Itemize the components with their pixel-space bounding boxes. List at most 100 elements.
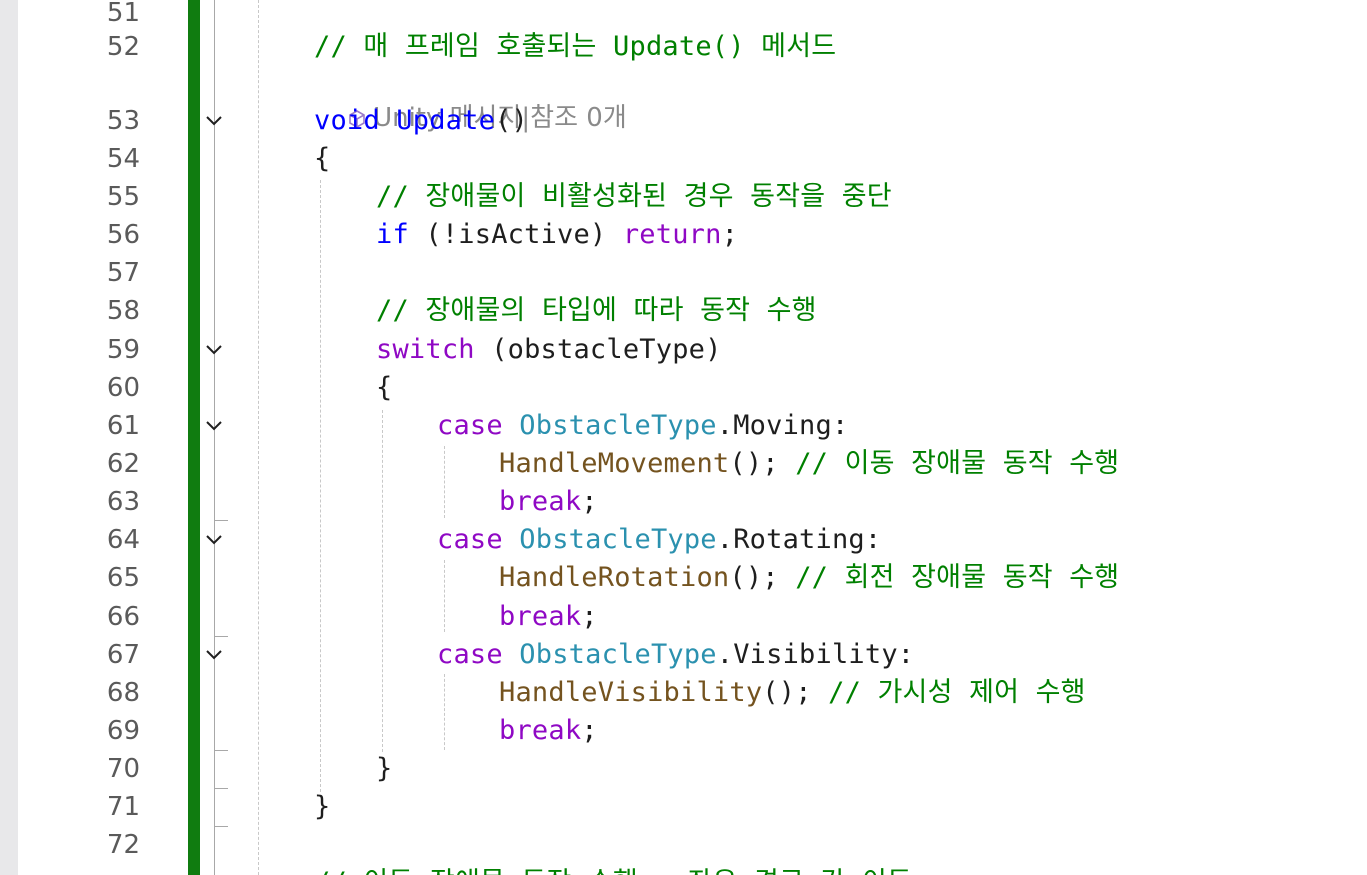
code-token-mth: HandleVisibility xyxy=(499,677,763,708)
chevron-down-icon[interactable] xyxy=(204,342,224,358)
chevron-down-icon[interactable] xyxy=(204,532,224,548)
code-text[interactable]: case ObstacleType.Rotating: xyxy=(437,521,881,559)
line-number: 64 xyxy=(106,525,140,555)
code-text[interactable]: { xyxy=(314,140,330,178)
code-token-typ: ObstacleType xyxy=(519,410,717,441)
code-token-cmt: // 장애물이 비활성화된 경우 동작을 중단 xyxy=(376,181,892,212)
line-number: 70 xyxy=(106,754,140,784)
line-number: 65 xyxy=(106,563,140,593)
code-line[interactable]: 68 HandleVisibility(); // 가시성 제어 수행 xyxy=(0,674,1367,712)
code-line[interactable]: 72 xyxy=(0,826,1367,864)
code-text[interactable]: break; xyxy=(499,712,598,750)
code-line[interactable]: 61 case ObstacleType.Moving: xyxy=(0,407,1367,445)
code-token-cmt: // 매 프레임 호출되는 Update() 메서드 xyxy=(314,31,837,62)
code-text[interactable]: } xyxy=(376,750,392,788)
code-text[interactable]: break; xyxy=(499,598,598,636)
code-token-plain: } xyxy=(314,791,331,822)
code-line[interactable]: 65 HandleRotation(); // 회전 장애물 동작 수행 xyxy=(0,559,1367,597)
code-text[interactable]: HandleRotation(); // 회전 장애물 동작 수행 xyxy=(499,559,1119,597)
code-token-plain: ; xyxy=(581,715,598,746)
code-token-kw: void xyxy=(314,105,380,136)
line-number: 62 xyxy=(106,449,140,479)
code-text[interactable]: HandleMovement(); // 이동 장애물 동작 수행 xyxy=(499,445,1119,483)
line-number: 54 xyxy=(106,144,140,174)
line-number: 61 xyxy=(106,411,140,441)
code-token-plain: .Visibility: xyxy=(716,639,915,670)
code-token-plain: { xyxy=(314,143,331,174)
code-text[interactable]: void Update() xyxy=(314,102,528,140)
code-line[interactable]: 56 if (!isActive) return; xyxy=(0,216,1367,254)
code-token-ctl: break xyxy=(499,486,582,517)
chevron-down-icon[interactable] xyxy=(204,113,224,129)
code-text[interactable]: HandleVisibility(); // 가시성 제어 수행 xyxy=(499,674,1086,712)
code-token-ctl: switch xyxy=(376,334,475,365)
line-number: 55 xyxy=(106,182,140,212)
line-number: 52 xyxy=(106,32,140,62)
code-token-cmt: // 이동 장애물 동작 수행 xyxy=(795,448,1120,479)
code-line[interactable]: 52 // 매 프레임 호출되는 Update() 메서드 xyxy=(0,28,1367,66)
code-line[interactable]: 57 xyxy=(0,254,1367,292)
code-token-ctl: case xyxy=(437,410,503,441)
code-line[interactable]: 55 // 장애물이 비활성화된 경우 동작을 중단 xyxy=(0,178,1367,216)
code-line[interactable]: 69 break; xyxy=(0,712,1367,750)
code-text[interactable]: // 매 프레임 호출되는 Update() 메서드 xyxy=(314,28,836,66)
code-line[interactable]: 71} xyxy=(0,788,1367,826)
chevron-down-icon[interactable] xyxy=(204,418,224,434)
code-text[interactable]: case ObstacleType.Visibility: xyxy=(437,636,914,674)
code-editor[interactable]: Unity 메시지|참조 0개 51 52// 매 프레임 호출되는 Update… xyxy=(0,0,1367,875)
code-text[interactable]: // 이동 장애물 동작 수행 - 좌우 경로 간 이동 xyxy=(314,864,912,875)
code-token-plain: .Moving: xyxy=(716,410,849,441)
chevron-down-icon[interactable] xyxy=(204,647,224,663)
code-line[interactable]: 54 { xyxy=(0,140,1367,178)
code-token-typ: ObstacleType xyxy=(519,524,717,555)
line-number: 67 xyxy=(106,640,140,670)
line-number: 66 xyxy=(106,602,140,632)
code-token-cmt: // 회전 장애물 동작 수행 xyxy=(795,562,1120,593)
line-number: 72 xyxy=(106,830,140,860)
code-token-ctl: return xyxy=(622,219,722,250)
code-token-plain: (); xyxy=(729,448,796,479)
code-text[interactable]: // 장애물이 비활성화된 경우 동작을 중단 xyxy=(376,178,892,216)
line-number: 60 xyxy=(106,373,140,403)
code-token-plain: (); xyxy=(729,562,796,593)
code-token-kw: if xyxy=(376,219,409,250)
line-number: 69 xyxy=(106,716,140,746)
code-token-cmt: // 가시성 제어 수행 xyxy=(828,677,1086,708)
code-line[interactable]: 70} xyxy=(0,750,1367,788)
code-line[interactable]: 59 switch (obstacleType) xyxy=(0,331,1367,369)
code-token-kw: Update xyxy=(396,105,496,136)
code-text[interactable]: if (!isActive) return; xyxy=(376,216,738,254)
code-token-plain: .Rotating: xyxy=(716,524,882,555)
code-token-plain: } xyxy=(376,753,393,784)
code-token-ctl: case xyxy=(437,524,503,555)
code-line[interactable]: 60 { xyxy=(0,369,1367,407)
line-number: 63 xyxy=(106,487,140,517)
code-token-plain: ; xyxy=(581,601,598,632)
code-text[interactable]: // 장애물의 타입에 따라 동작 수행 xyxy=(376,292,817,330)
code-line[interactable]: 58 // 장애물의 타입에 따라 동작 수행 xyxy=(0,292,1367,330)
code-text[interactable]: { xyxy=(376,369,392,407)
code-line[interactable]: 53 void Update() xyxy=(0,102,1367,140)
code-line[interactable]: 62 HandleMovement(); // 이동 장애물 동작 수행 xyxy=(0,445,1367,483)
code-line[interactable]: 64 case ObstacleType.Rotating: xyxy=(0,521,1367,559)
code-text[interactable]: case ObstacleType.Moving: xyxy=(437,407,848,445)
code-token-plain: (!isActive) xyxy=(408,219,623,250)
line-number: 53 xyxy=(106,106,140,136)
code-line[interactable]: 63 break; xyxy=(0,483,1367,521)
line-number: 68 xyxy=(106,678,140,708)
code-token-plain: () xyxy=(495,105,528,136)
code-text[interactable]: break; xyxy=(499,483,598,521)
code-token-typ: ObstacleType xyxy=(519,639,717,670)
code-token-plain: ; xyxy=(581,486,598,517)
code-line[interactable]: 67 case ObstacleType.Visibility: xyxy=(0,636,1367,674)
code-text[interactable]: switch (obstacleType) xyxy=(376,331,722,369)
line-number: 56 xyxy=(106,220,140,250)
codelens: Unity 메시지|참조 0개 xyxy=(314,64,627,133)
code-token-mth: HandleMovement xyxy=(499,448,730,479)
code-line[interactable]: 66 break; xyxy=(0,598,1367,636)
code-line[interactable]: // 이동 장애물 동작 수행 - 좌우 경로 간 이동 xyxy=(0,864,1367,875)
code-text[interactable]: } xyxy=(314,788,330,826)
